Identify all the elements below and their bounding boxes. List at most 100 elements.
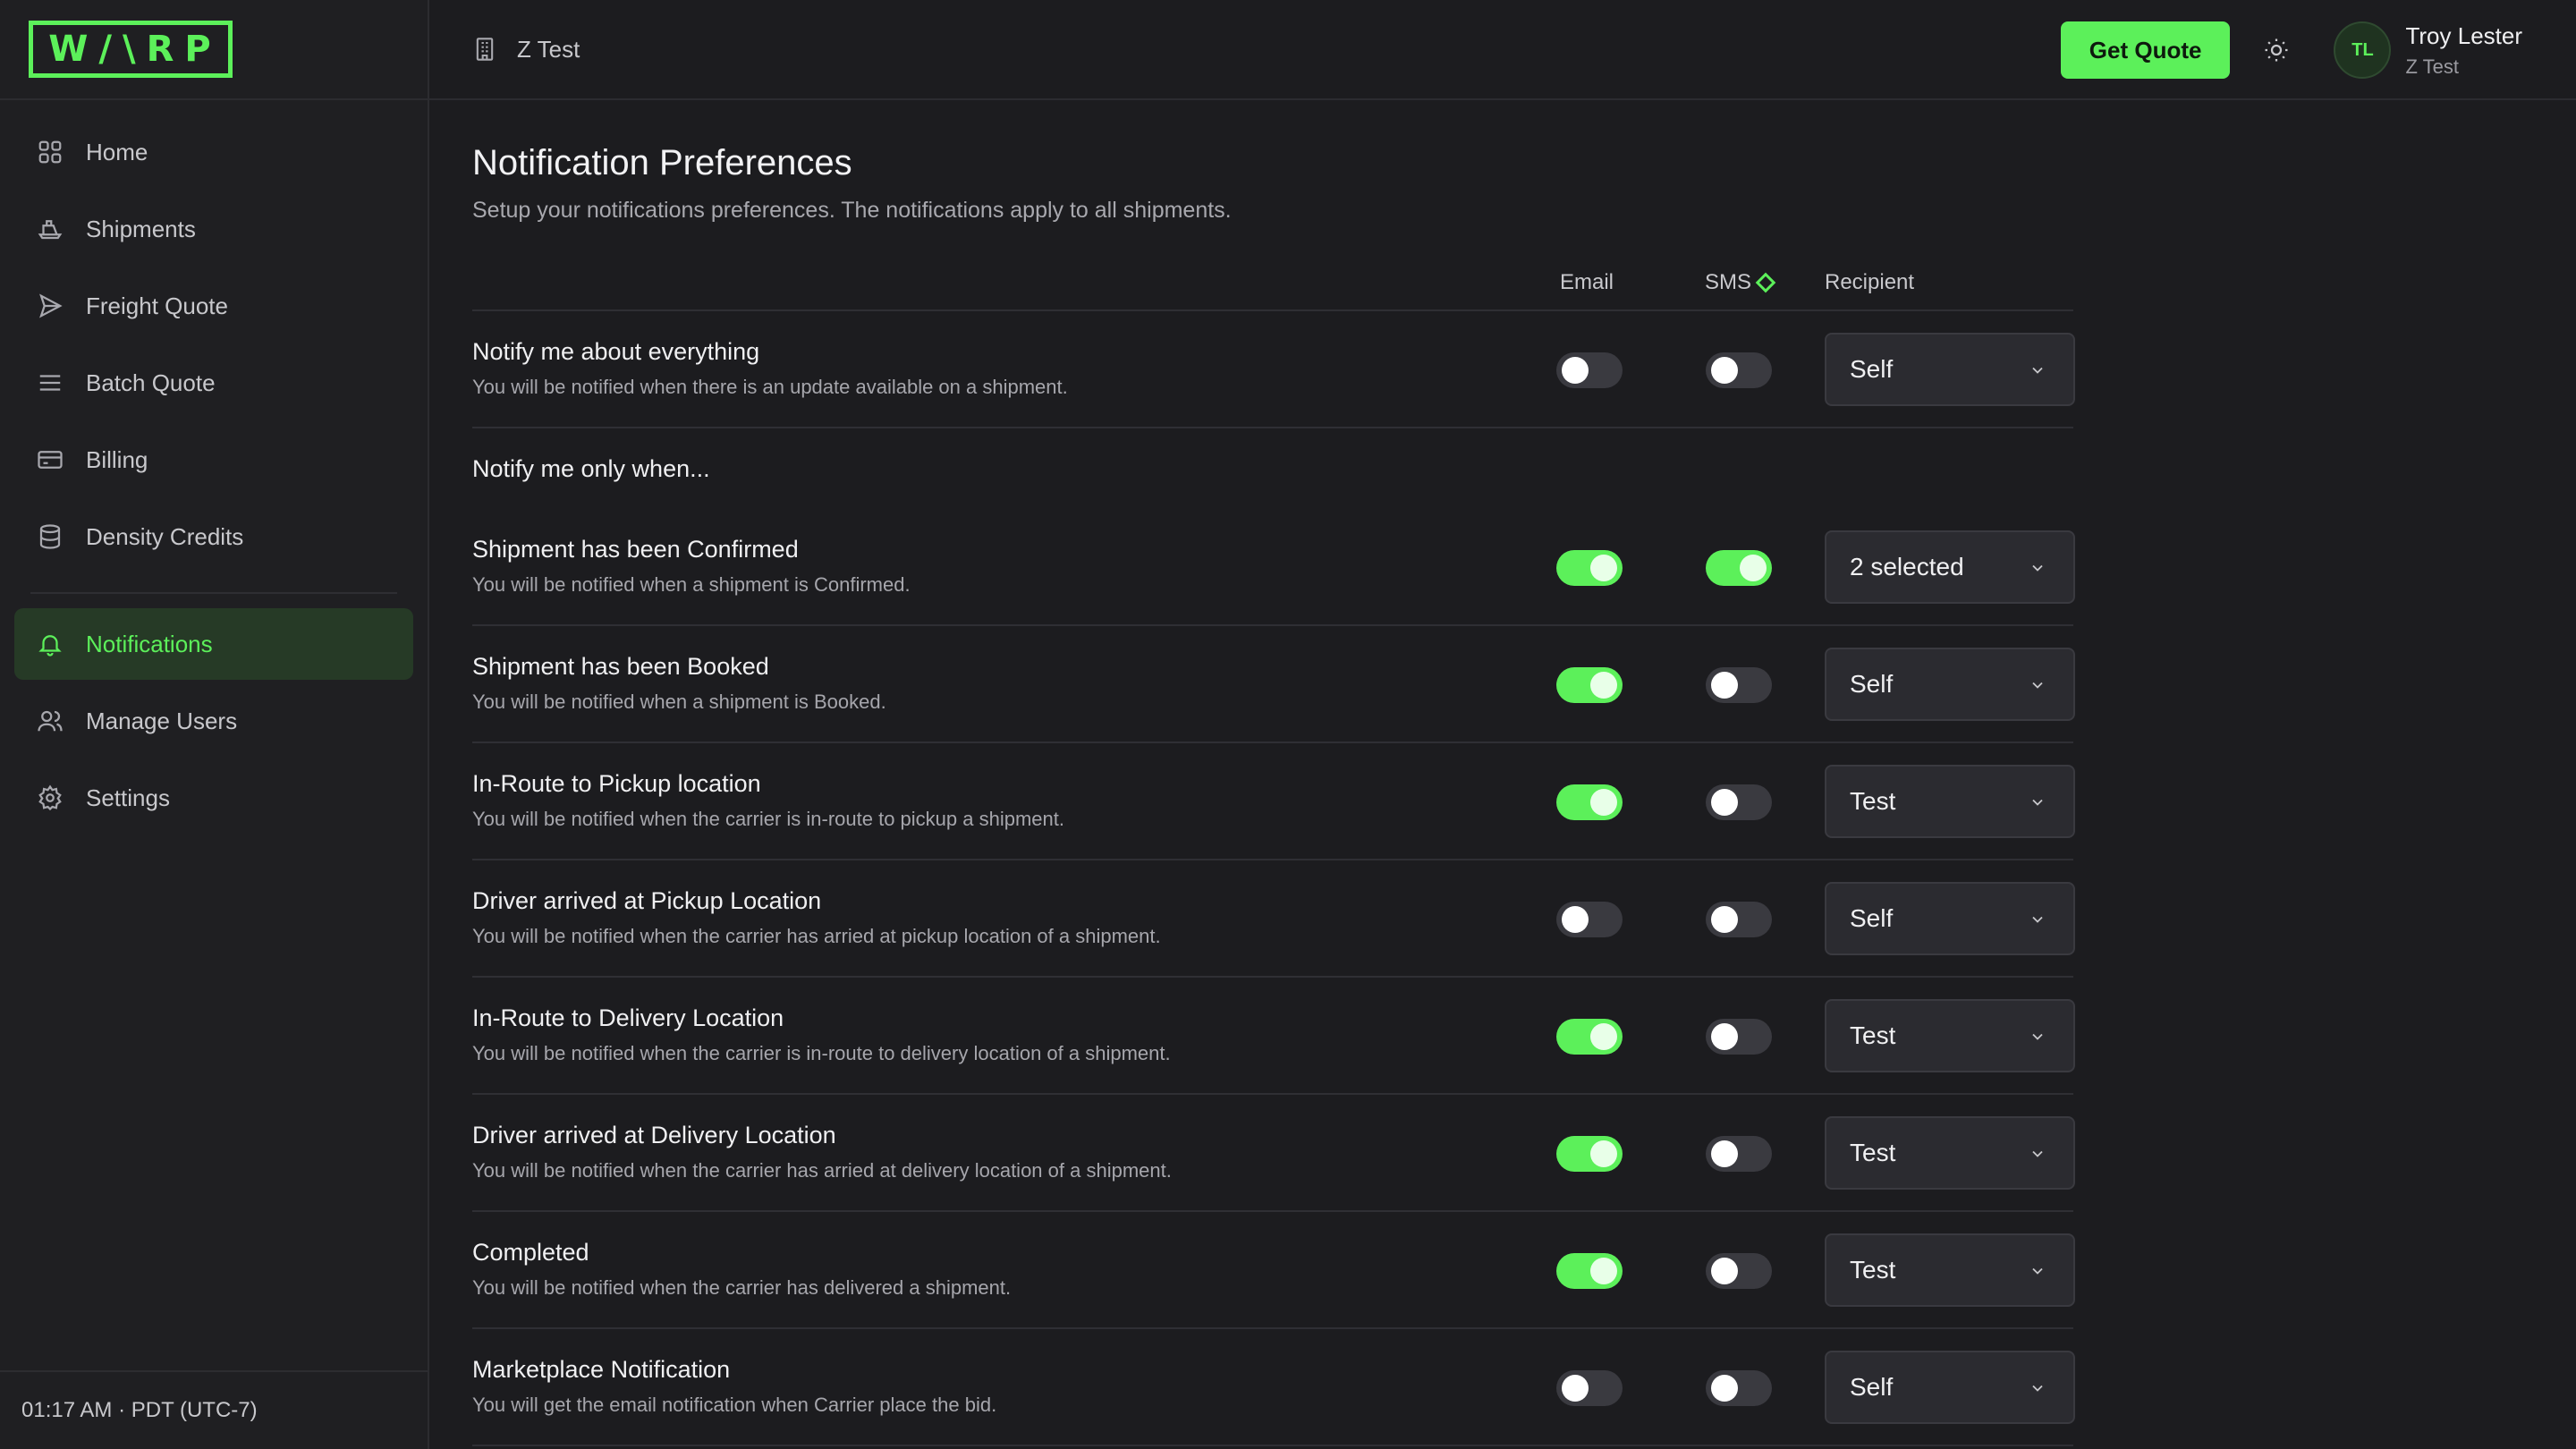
recipient-value: 2 selected <box>1850 553 1964 580</box>
app-window: W/\RP Home Shipments Freight Quote Batch… <box>0 0 2576 1449</box>
row-title: Completed <box>472 1239 589 1266</box>
row-description: You will be notified when the carrier ha… <box>472 925 1161 947</box>
table-row: Driver arrived at Delivery Location You … <box>472 1095 2075 1212</box>
column-email: Email <box>1560 270 1614 294</box>
email-toggle[interactable] <box>1556 1370 1623 1406</box>
chevron-down-icon <box>2032 1385 2043 1392</box>
user-org: Z Test <box>2405 55 2459 78</box>
recipient-value: Test <box>1850 1021 1896 1049</box>
section-heading: Notify me only when... <box>472 428 2073 509</box>
sidebar-item-freight-quote[interactable]: Freight Quote <box>14 270 413 342</box>
table-row: Completed You will be notified when the … <box>472 1212 2075 1329</box>
sidebar-item-settings[interactable]: Settings <box>14 762 413 834</box>
column-sms: SMS <box>1705 270 1776 295</box>
notification-preferences: Notification Preferences Setup your noti… <box>429 100 2503 1446</box>
topbar-actions: Get Quote TL Troy Lester Z Test <box>2060 0 2522 100</box>
sidebar-item-label: Batch Quote <box>86 369 216 396</box>
list-icon <box>36 369 64 397</box>
recipient-select[interactable]: Test <box>1825 1233 2075 1307</box>
logo-bar: W/\RP <box>0 0 428 100</box>
chevron-down-icon <box>2032 1267 2043 1275</box>
table-row-notify-everything: Notify me about everything You will be n… <box>472 311 2075 428</box>
toggle-knob <box>1711 672 1738 699</box>
recipient-value: Test <box>1850 1139 1896 1166</box>
email-toggle[interactable] <box>1556 784 1623 820</box>
sidebar-item-label: Settings <box>86 784 170 811</box>
row-description: You will be notified when the carrier ha… <box>472 1159 1172 1182</box>
chevron-down-icon <box>2032 916 2043 923</box>
avatar[interactable]: TL <box>2334 21 2392 79</box>
sms-toggle[interactable] <box>1706 550 1772 586</box>
sms-toggle[interactable] <box>1706 1019 1772 1055</box>
chevron-down-icon <box>2032 1150 2043 1157</box>
row-title: In-Route to Pickup location <box>472 770 761 797</box>
sidebar-item-batch-quote[interactable]: Batch Quote <box>14 347 413 419</box>
users-icon <box>36 707 64 735</box>
recipient-select[interactable]: 2 selected <box>1825 530 2075 604</box>
email-toggle[interactable] <box>1556 352 1623 388</box>
sidebar-item-density-credits[interactable]: Density Credits <box>14 501 413 572</box>
recipient-value: Self <box>1850 904 1894 932</box>
recipient-select[interactable]: Test <box>1825 765 2075 838</box>
warp-logo[interactable]: W/\RP <box>29 21 233 78</box>
email-toggle[interactable] <box>1556 667 1623 703</box>
sidebar-item-manage-users[interactable]: Manage Users <box>14 685 413 757</box>
email-toggle[interactable] <box>1556 1253 1623 1289</box>
recipient-value: Self <box>1850 355 1894 383</box>
grid-icon <box>36 138 64 166</box>
sidebar-nav: Home Shipments Freight Quote Batch Quote <box>0 100 428 834</box>
row-title: Marketplace Notification <box>472 1356 731 1383</box>
notification-rows: Shipment has been Confirmed You will be … <box>472 509 2075 1446</box>
recipient-select[interactable]: Test <box>1825 1116 2075 1190</box>
building-icon <box>472 36 497 63</box>
get-quote-button[interactable]: Get Quote <box>2060 21 2231 79</box>
sms-toggle[interactable] <box>1706 352 1772 388</box>
row-title: Notify me about everything <box>472 338 760 365</box>
premium-diamond-icon <box>1755 272 1776 293</box>
sms-toggle[interactable] <box>1706 667 1772 703</box>
recipient-value: Test <box>1850 1256 1896 1284</box>
recipient-select[interactable]: Test <box>1825 999 2075 1072</box>
recipient-select[interactable]: Self <box>1825 333 2075 406</box>
toggle-knob <box>1590 1258 1617 1284</box>
sidebar-item-billing[interactable]: Billing <box>14 424 413 496</box>
sidebar-item-shipments[interactable]: Shipments <box>14 193 413 265</box>
email-toggle[interactable] <box>1556 1019 1623 1055</box>
email-toggle[interactable] <box>1556 902 1623 937</box>
sms-toggle[interactable] <box>1706 902 1772 937</box>
toggle-knob <box>1711 1023 1738 1050</box>
table-row: Shipment has been Booked You will be not… <box>472 626 2075 743</box>
recipient-select[interactable]: Self <box>1825 1351 2075 1424</box>
section-title: Notify me only when... <box>472 455 710 482</box>
toggle-knob <box>1711 1375 1738 1402</box>
sidebar-item-label: Home <box>86 138 148 165</box>
sms-toggle[interactable] <box>1706 784 1772 820</box>
sidebar-item-notifications[interactable]: Notifications <box>14 608 413 680</box>
org-switcher[interactable]: Z Test <box>472 36 580 64</box>
email-toggle[interactable] <box>1556 550 1623 586</box>
row-description: You will be notified when there is an up… <box>472 376 1068 398</box>
toggle-knob <box>1590 672 1617 699</box>
user-menu[interactable]: Troy Lester Z Test <box>2405 22 2522 79</box>
sms-toggle[interactable] <box>1706 1253 1772 1289</box>
recipient-select[interactable]: Self <box>1825 882 2075 955</box>
recipient-select[interactable]: Self <box>1825 648 2075 721</box>
topbar: Z Test Get Quote TL Troy Lester Z Test <box>429 0 2576 100</box>
toggle-knob <box>1711 1140 1738 1167</box>
chevron-down-icon <box>2032 1033 2043 1040</box>
row-title: In-Route to Delivery Location <box>472 1004 784 1031</box>
table-row: Driver arrived at Pickup Location You wi… <box>472 860 2075 978</box>
sms-toggle[interactable] <box>1706 1370 1772 1406</box>
row-description: You will be notified when the carrier is… <box>472 1042 1171 1064</box>
row-description: You will be notified when the carrier is… <box>472 808 1064 830</box>
row-description: You will be notified when a shipment is … <box>472 691 886 713</box>
toggle-knob <box>1590 1023 1617 1050</box>
sidebar-item-home[interactable]: Home <box>14 116 413 188</box>
sidebar: W/\RP Home Shipments Freight Quote Batch… <box>0 0 429 1449</box>
email-toggle[interactable] <box>1556 1136 1623 1172</box>
sun-icon[interactable] <box>2258 32 2294 68</box>
row-description: You will be notified when the carrier ha… <box>472 1276 1012 1299</box>
toggle-knob <box>1711 357 1738 384</box>
sms-toggle[interactable] <box>1706 1136 1772 1172</box>
sidebar-item-label: Notifications <box>86 630 213 657</box>
